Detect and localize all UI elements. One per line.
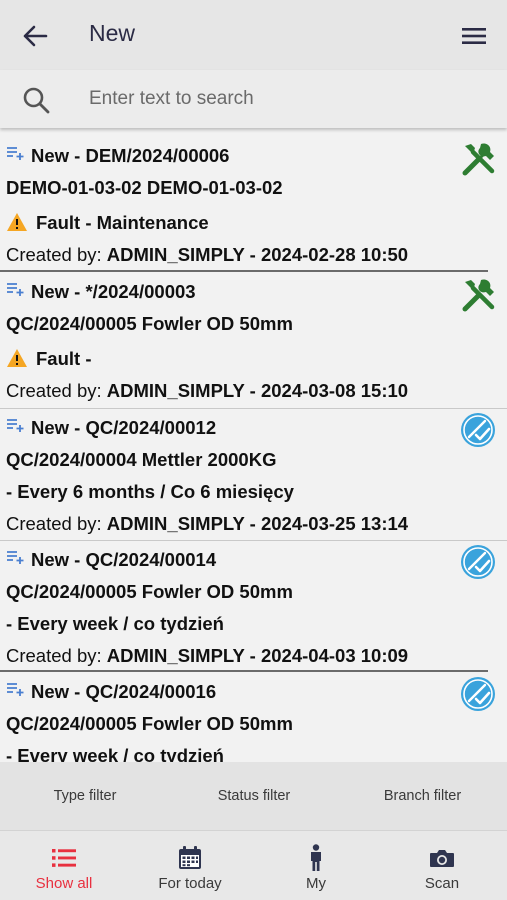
list-item[interactable]: New - QC/2024/00016 QC/2024/00005 Fowler…	[0, 672, 507, 762]
item-detail: - Every week / co tydzień	[6, 745, 224, 762]
calendar-icon	[179, 846, 201, 869]
page-title: New	[89, 20, 136, 46]
inspection-check-icon	[461, 677, 495, 711]
item-created-row: Created by: ADMIN_SIMPLY - 2024-04-03 10…	[6, 645, 408, 667]
list-item[interactable]: New - */2024/00003 QC/2024/00005 Fowler …	[0, 272, 507, 409]
search-bar	[0, 70, 507, 128]
created-value: ADMIN_SIMPLY - 2024-03-25 13:14	[106, 513, 409, 534]
item-detail: Fault - Maintenance	[36, 212, 209, 233]
item-detail-row: Fault -	[6, 348, 92, 370]
nav-label: Scan	[424, 875, 460, 892]
item-title: New - QC/2024/00012	[31, 417, 217, 438]
created-label: Created by:	[6, 513, 107, 534]
item-subtitle: QC/2024/00004 Mettler 2000KG	[6, 449, 277, 470]
type-filter-button[interactable]: Type filter	[0, 762, 170, 830]
bottom-navigation: Show all For today My Scan	[0, 830, 507, 900]
search-icon[interactable]	[21, 85, 51, 115]
search-input[interactable]	[78, 80, 488, 118]
new-entry-icon	[7, 683, 24, 696]
camera-icon	[430, 850, 454, 867]
new-entry-icon	[7, 419, 24, 432]
nav-label: Show all	[35, 875, 93, 892]
item-created-row: Created by: ADMIN_SIMPLY - 2024-02-28 10…	[6, 244, 408, 266]
branch-filter-button[interactable]: Branch filter	[338, 762, 507, 830]
created-value: ADMIN_SIMPLY - 2024-04-03 10:09	[106, 645, 409, 666]
item-subtitle: QC/2024/00005 Fowler OD 50mm	[6, 581, 293, 602]
item-detail: Fault -	[36, 348, 92, 369]
item-created-row: Created by: ADMIN_SIMPLY - 2024-03-08 15…	[6, 380, 408, 402]
item-created-row: Created by: ADMIN_SIMPLY - 2024-03-25 13…	[6, 513, 408, 535]
back-button[interactable]	[18, 20, 52, 52]
nav-label: My	[306, 875, 326, 892]
nav-my[interactable]: My	[253, 831, 379, 900]
item-detail: - Every 6 months / Co 6 miesięcy	[6, 481, 294, 502]
arrow-left-icon	[23, 25, 48, 47]
warning-icon	[7, 349, 27, 367]
tools-icon	[462, 143, 495, 176]
item-title: New - QC/2024/00016	[31, 681, 217, 702]
new-entry-icon	[7, 283, 24, 296]
item-title: New - */2024/00003	[31, 281, 196, 302]
nav-scan[interactable]: Scan	[379, 831, 505, 900]
status-filter-button[interactable]: Status filter	[169, 762, 339, 830]
list-icon	[52, 849, 76, 867]
menu-button[interactable]	[459, 21, 489, 51]
list-item[interactable]: New - QC/2024/00012 QC/2024/00004 Mettle…	[0, 408, 507, 541]
hamburger-icon	[462, 28, 486, 44]
item-title: New - QC/2024/00014	[31, 549, 217, 570]
item-title: New - DEM/2024/00006	[31, 145, 230, 166]
filter-bar: Type filter Status filter Branch filter	[0, 762, 507, 830]
nav-for-today[interactable]: For today	[127, 831, 253, 900]
item-list[interactable]: New - DEM/2024/00006 DEMO-01-03-02 DEMO-…	[0, 128, 507, 762]
person-icon	[311, 844, 321, 871]
tools-icon	[462, 279, 495, 312]
nav-show-all[interactable]: Show all	[1, 831, 127, 900]
created-label: Created by:	[6, 244, 107, 265]
created-label: Created by:	[6, 380, 107, 401]
item-detail-row: Fault - Maintenance	[6, 212, 209, 234]
item-subtitle: DEMO-01-03-02 DEMO-01-03-02	[6, 177, 283, 198]
inspection-check-icon	[461, 413, 495, 447]
new-entry-icon	[7, 147, 24, 160]
created-label: Created by:	[6, 645, 107, 666]
nav-label: For today	[158, 875, 222, 892]
created-value: ADMIN_SIMPLY - 2024-02-28 10:50	[106, 244, 409, 265]
warning-icon	[7, 213, 27, 231]
app-bar: New	[0, 0, 507, 70]
inspection-check-icon	[461, 545, 495, 579]
list-item[interactable]: New - QC/2024/00014 QC/2024/00005 Fowler…	[0, 540, 507, 672]
item-subtitle: QC/2024/00005 Fowler OD 50mm	[6, 313, 293, 334]
item-detail: - Every week / co tydzień	[6, 613, 224, 634]
created-value: ADMIN_SIMPLY - 2024-03-08 15:10	[106, 380, 409, 401]
new-entry-icon	[7, 551, 24, 564]
list-item[interactable]: New - DEM/2024/00006 DEMO-01-03-02 DEMO-…	[0, 128, 507, 272]
item-subtitle: QC/2024/00005 Fowler OD 50mm	[6, 713, 293, 734]
